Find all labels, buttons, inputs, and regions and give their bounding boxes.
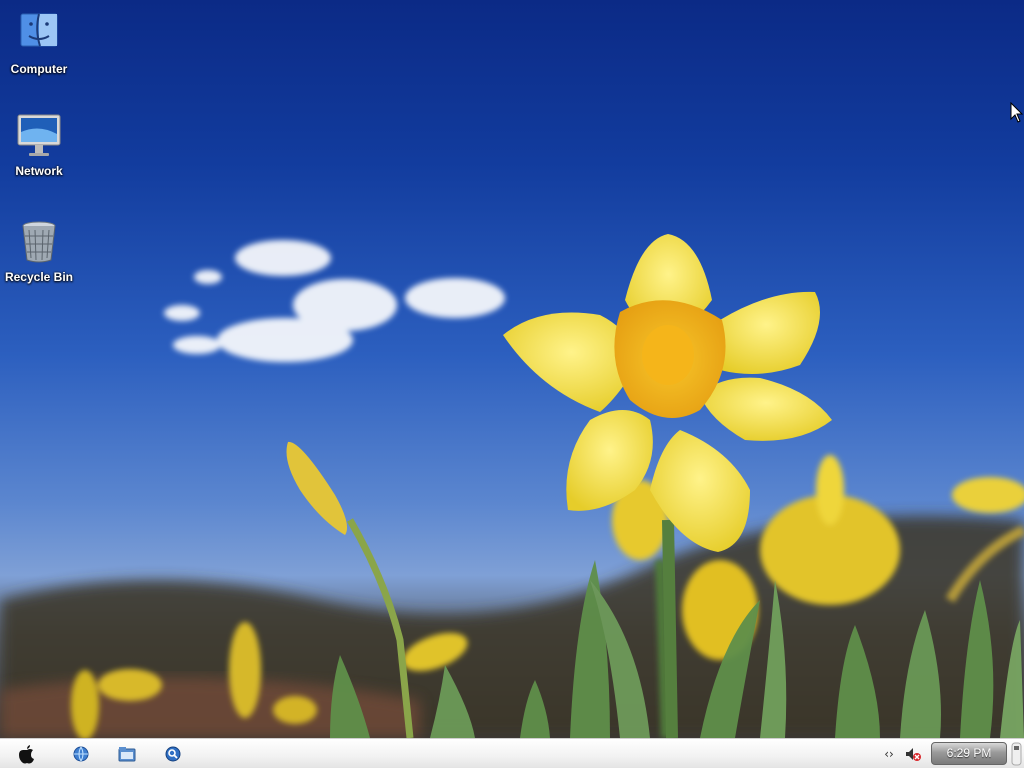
- desktop-icon-label: Network: [15, 164, 63, 178]
- file-manager-icon: [118, 747, 136, 762]
- search-magnifier-icon: [165, 746, 181, 762]
- quick-launch-browser[interactable]: [70, 743, 92, 765]
- taskbar: ‹› 6:29 PM: [0, 738, 1024, 768]
- speaker-muted-icon[interactable]: [904, 746, 922, 762]
- desktop[interactable]: Computer Network Recycle Bin: [0, 0, 1024, 738]
- show-desktop-handle-icon[interactable]: [1011, 741, 1022, 767]
- network-arrows-icon[interactable]: ‹›: [880, 746, 898, 762]
- finder-computer-icon: [20, 13, 58, 47]
- desktop-icon-label: Computer: [10, 62, 68, 76]
- browser-globe-icon: [73, 746, 89, 762]
- quick-launch-file-manager[interactable]: [116, 743, 138, 765]
- mouse-pointer-icon: [1010, 102, 1024, 123]
- quick-launch-search[interactable]: [162, 743, 184, 765]
- apple-logo-icon: [19, 745, 34, 764]
- desktop-icon-network[interactable]: Network: [0, 112, 78, 178]
- imac-network-icon: [17, 114, 61, 156]
- start-button[interactable]: [16, 743, 38, 765]
- trash-can-icon: [22, 221, 56, 263]
- desktop-icon-computer[interactable]: Computer: [0, 10, 78, 76]
- daffodil-wallpaper: [0, 234, 1024, 738]
- clock[interactable]: 6:29 PM: [931, 742, 1007, 765]
- desktop-icon-recycle-bin[interactable]: Recycle Bin: [0, 218, 78, 284]
- desktop-icon-label: Recycle Bin: [4, 270, 74, 284]
